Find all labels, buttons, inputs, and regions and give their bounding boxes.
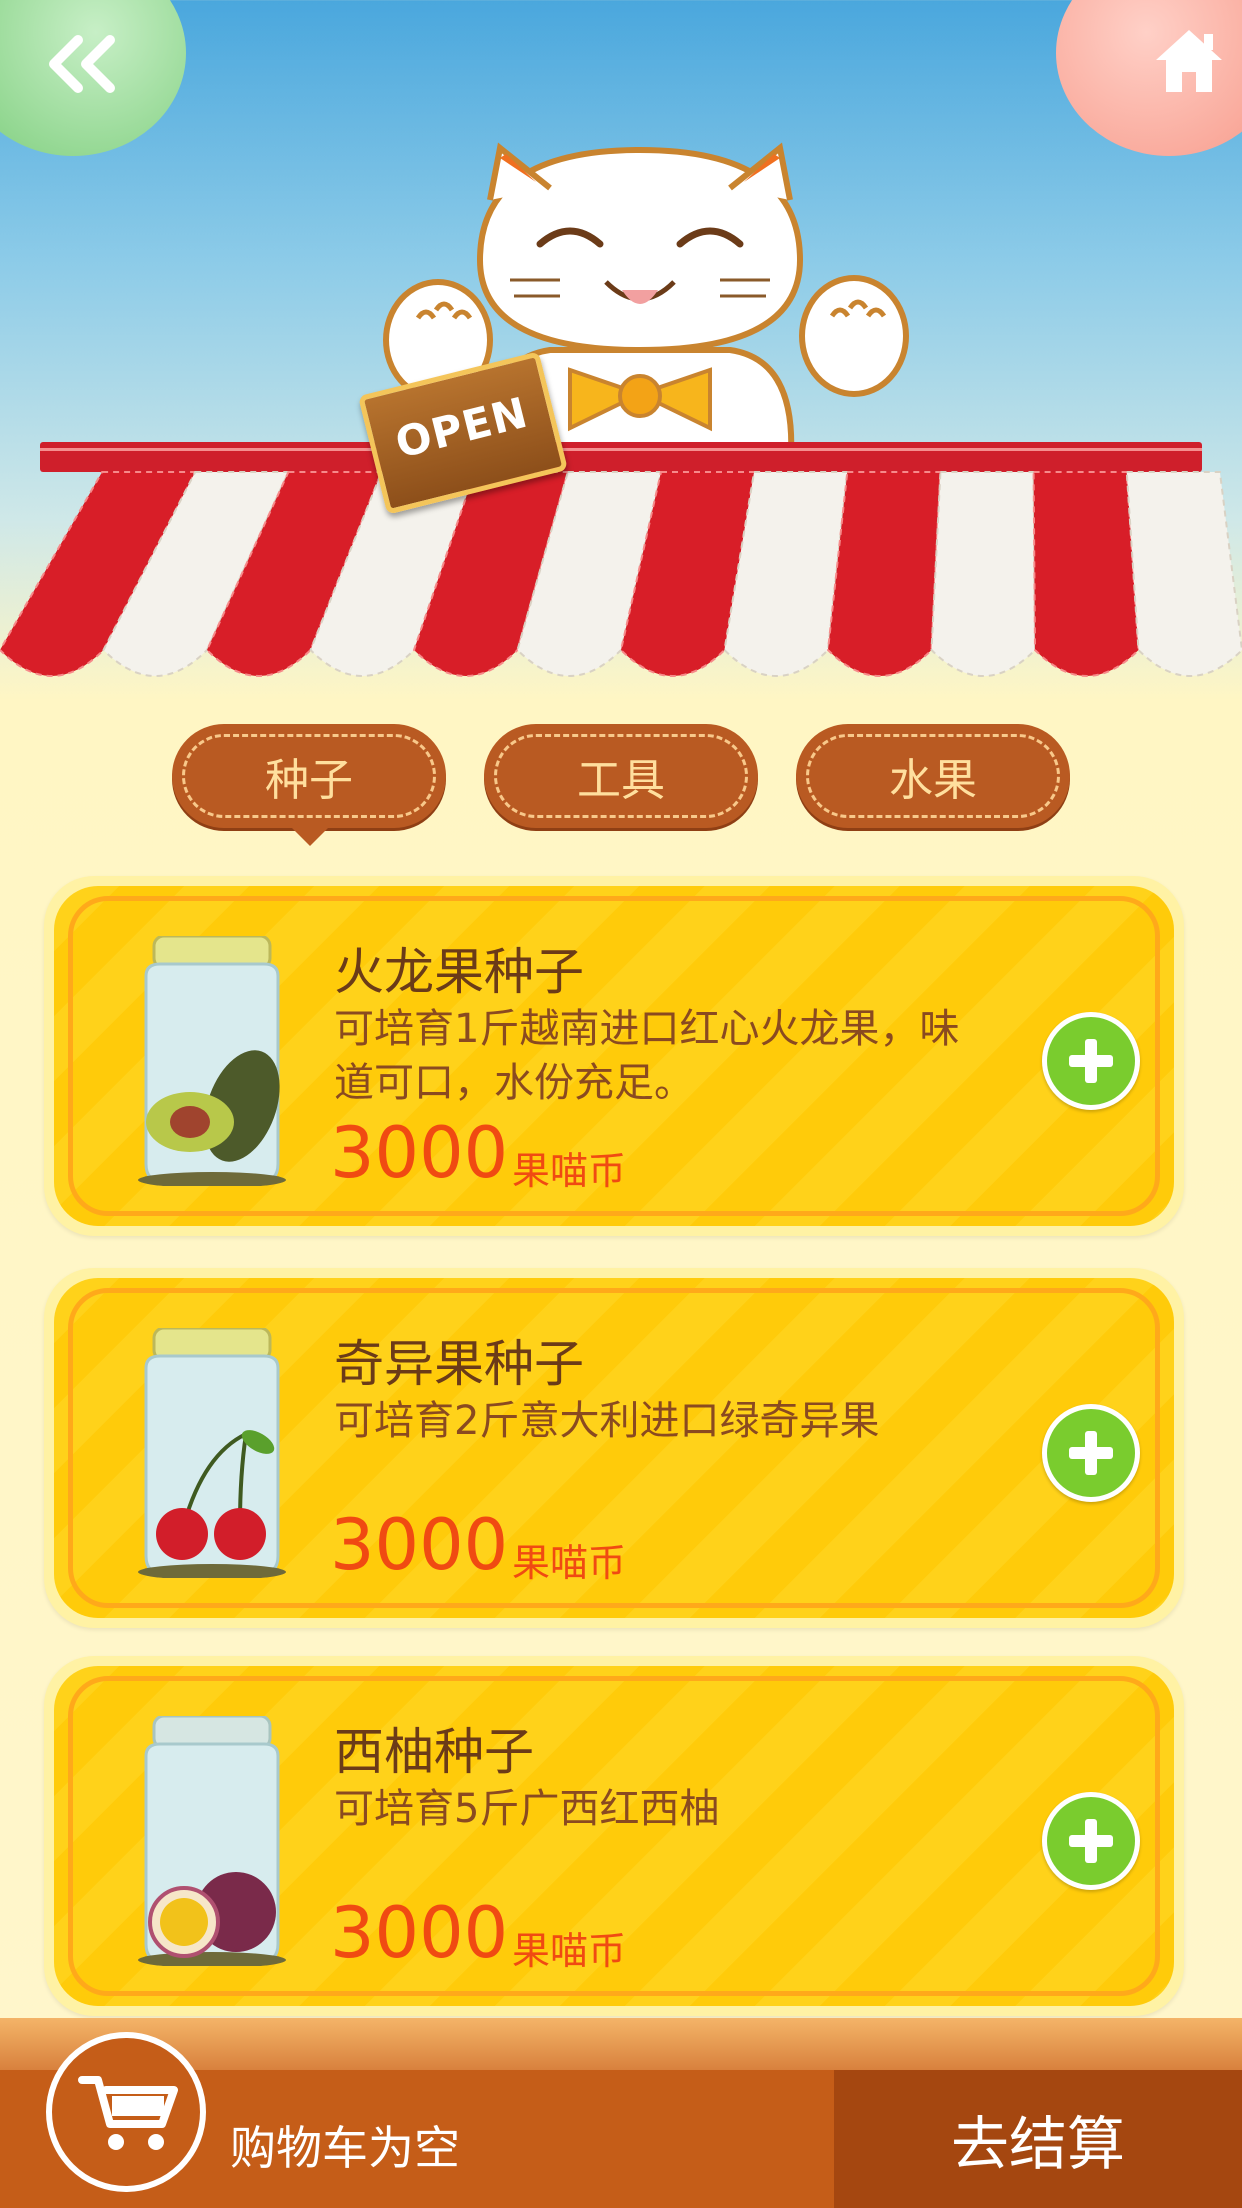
add-to-cart-button[interactable] [1042,1012,1140,1110]
product-name: 火龙果种子 [334,943,584,1001]
passion-fruit-icon [138,1716,286,1966]
cherry-icon [138,1328,286,1578]
back-button[interactable] [0,0,186,156]
product-description: 可培育1斤越南进口红心火龙果，味道可口，水份充足。 [334,1006,960,1106]
product-card: 火龙果种子 可培育1斤越南进口红心火龙果，味道可口，水份充足。 3000 果喵币 [44,876,1184,1236]
avocado-icon [138,936,286,1186]
category-tabs: 种子 工具 水果 [172,724,1072,846]
product-description: 可培育5斤广西红西柚 [334,1786,720,1832]
double-chevron-left-icon [49,35,115,93]
home-icon [1156,30,1222,92]
product-price: 3000 [330,1504,509,1586]
add-to-cart-button[interactable] [1042,1404,1140,1502]
price-unit: 果喵币 [512,1929,627,1973]
product-card: 西柚种子 可培育5斤广西红西柚 3000 果喵币 [44,1656,1184,2016]
cart-button[interactable] [46,2032,206,2192]
product-name: 西柚种子 [334,1723,534,1781]
tab-fruits[interactable]: 水果 [796,724,1070,828]
shopping-cart-icon [78,2076,178,2150]
shop-awning [0,442,1242,677]
price-unit: 果喵币 [512,1541,627,1585]
tab-label: 工具 [577,755,665,806]
tab-label: 种子 [265,755,353,806]
product-card: 奇异果种子 可培育2斤意大利进口绿奇异果 3000 果喵币 [44,1268,1184,1628]
tab-seeds[interactable]: 种子 [172,724,446,846]
tab-label: 水果 [889,755,977,806]
checkout-button[interactable]: 去结算 [834,2070,1242,2208]
selected-pointer [290,826,330,846]
product-price: 3000 [330,1112,509,1194]
checkout-label: 去结算 [950,2110,1125,2178]
product-description: 可培育2斤意大利进口绿奇异果 [334,1398,880,1444]
product-price: 3000 [330,1892,509,1974]
tab-tools[interactable]: 工具 [484,724,758,828]
product-name: 奇异果种子 [334,1335,584,1393]
home-button[interactable] [1056,0,1242,156]
cart-status: 购物车为空 [230,2121,460,2175]
price-unit: 果喵币 [512,1149,627,1193]
add-to-cart-button[interactable] [1042,1792,1140,1890]
